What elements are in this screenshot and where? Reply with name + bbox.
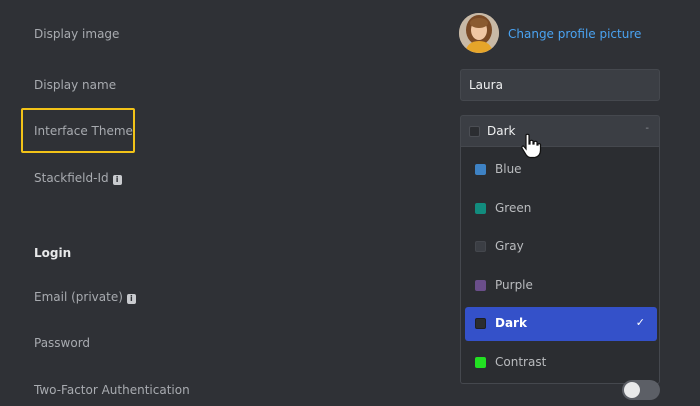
two-factor-toggle[interactable] (622, 380, 660, 400)
theme-dropdown: Blue Green Gray Purple Dark ✓ Contrast (460, 147, 660, 384)
hand-cursor-icon (521, 133, 542, 159)
theme-swatch-blue (475, 164, 486, 175)
theme-swatch-gray (475, 241, 486, 252)
theme-option-label: Dark (495, 316, 527, 330)
chevron-down-icon: - (645, 123, 649, 134)
email-label-row: Email (private) i (34, 290, 136, 304)
theme-swatch-green (475, 203, 486, 214)
theme-option-blue[interactable]: Blue (465, 153, 657, 187)
checkmark-icon: ✓ (635, 316, 645, 329)
theme-swatch-purple (475, 280, 486, 291)
theme-select[interactable]: Dark - (460, 115, 660, 147)
change-profile-picture-link[interactable]: Change profile picture (508, 27, 641, 41)
email-label: Email (private) (34, 290, 123, 304)
interface-theme-label: Interface Theme (34, 124, 133, 138)
theme-option-dark[interactable]: Dark ✓ (465, 307, 657, 341)
selected-theme-swatch (469, 126, 480, 137)
theme-option-green[interactable]: Green (465, 192, 657, 226)
theme-option-label: Green (495, 201, 532, 215)
password-label: Password (34, 336, 91, 350)
display-image-label: Display image (34, 27, 120, 41)
theme-option-label: Purple (495, 278, 533, 292)
theme-option-label: Gray (495, 239, 524, 253)
theme-option-label: Contrast (495, 355, 547, 369)
login-heading: Login (34, 246, 72, 260)
selected-theme-label: Dark (487, 124, 516, 138)
theme-swatch-contrast (475, 357, 486, 368)
theme-swatch-dark (475, 318, 486, 329)
avatar-image (459, 13, 499, 53)
avatar[interactable] (459, 13, 499, 53)
stackfield-id-row: Stackfield-Id i (34, 171, 122, 185)
info-icon[interactable]: i (126, 294, 136, 304)
theme-option-contrast[interactable]: Contrast (465, 346, 657, 380)
theme-option-gray[interactable]: Gray (465, 230, 657, 264)
theme-option-purple[interactable]: Purple (465, 269, 657, 303)
stackfield-id-label: Stackfield-Id (34, 171, 109, 185)
toggle-knob (624, 382, 640, 398)
theme-option-label: Blue (495, 162, 522, 176)
two-factor-label: Two-Factor Authentication (34, 383, 190, 397)
display-name-label: Display name (34, 78, 117, 92)
info-icon[interactable]: i (112, 175, 122, 185)
display-name-input[interactable] (460, 69, 660, 101)
